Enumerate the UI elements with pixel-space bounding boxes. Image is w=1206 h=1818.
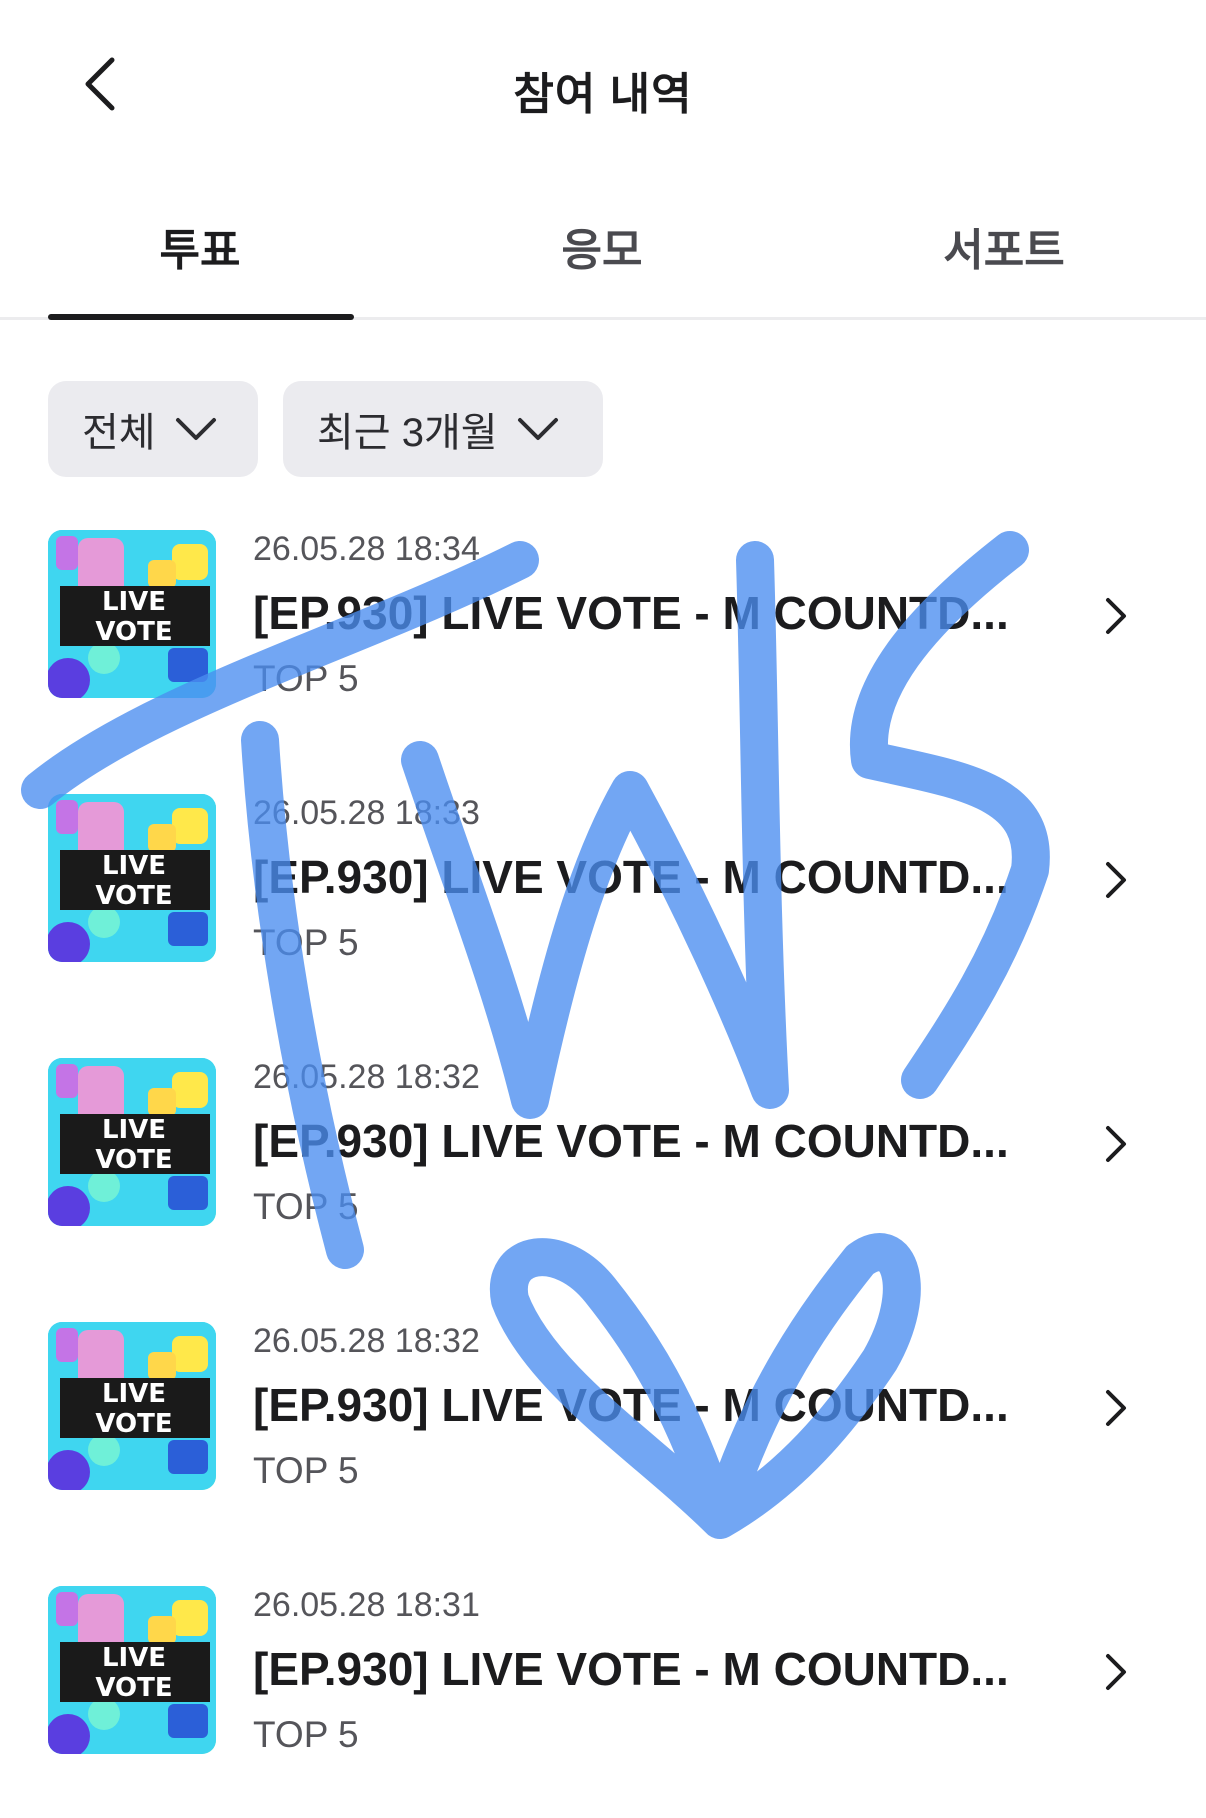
item-date: 26.05.28 18:31 <box>253 1586 480 1624</box>
page-title: 참여 내역 <box>513 70 693 119</box>
live-vote-thumbnail: LIVE VOTE <box>48 530 216 698</box>
thumb-text-vote: VOTE <box>95 617 172 647</box>
item-title: [EP.930] LIVE VOTE - M COUNTD... <box>253 1379 1009 1431</box>
item-subtitle: TOP 5 <box>253 1714 359 1755</box>
item-subtitle: TOP 5 <box>253 922 359 963</box>
chevron-down-icon <box>174 415 218 443</box>
item-title: [EP.930] LIVE VOTE - M COUNTD... <box>253 1643 1009 1695</box>
tab-vote[interactable]: 투표 <box>50 214 350 278</box>
live-vote-thumbnail: LIVE VOTE <box>48 1058 216 1226</box>
tab-apply[interactable]: 응모 <box>452 214 752 278</box>
item-title: [EP.930] LIVE VOTE - M COUNTD... <box>253 587 1009 639</box>
thumb-text-live: LIVE <box>102 1115 166 1145</box>
list-item[interactable]: LIVE VOTE 26.05.28 18:33 [EP.930] LIVE V… <box>0 794 1206 994</box>
category-filter-dropdown[interactable]: 전체 <box>48 381 258 477</box>
live-vote-thumbnail: LIVE VOTE <box>48 1322 216 1490</box>
thumb-text-vote: VOTE <box>95 881 172 911</box>
active-tab-indicator <box>48 314 354 320</box>
list-item[interactable]: LIVE VOTE 26.05.28 18:31 [EP.930] LIVE V… <box>0 1586 1206 1786</box>
item-subtitle: TOP 5 <box>253 658 359 699</box>
category-filter-label: 전체 <box>82 411 156 455</box>
header: 참여 내역 <box>0 0 1206 170</box>
thumb-text-vote: VOTE <box>95 1409 172 1439</box>
chevron-right-icon <box>1106 862 1126 898</box>
chevron-right-icon <box>1106 1126 1126 1162</box>
item-date: 26.05.28 18:32 <box>253 1058 480 1096</box>
period-filter-dropdown[interactable]: 최근 3개월 <box>283 381 603 477</box>
thumb-text-live: LIVE <box>102 1643 166 1673</box>
live-vote-thumbnail: LIVE VOTE <box>48 794 216 962</box>
item-date: 26.05.28 18:32 <box>253 1322 480 1360</box>
period-filter-label: 최근 3개월 <box>317 411 498 455</box>
chevron-right-icon <box>1106 1654 1126 1690</box>
item-subtitle: TOP 5 <box>253 1186 359 1227</box>
tab-support[interactable]: 서포트 <box>854 214 1154 278</box>
item-date: 26.05.28 18:34 <box>253 530 480 568</box>
thumb-text-live: LIVE <box>102 1379 166 1409</box>
item-title: [EP.930] LIVE VOTE - M COUNTD... <box>253 1115 1009 1167</box>
item-title: [EP.930] LIVE VOTE - M COUNTD... <box>253 851 1009 903</box>
item-date: 26.05.28 18:33 <box>253 794 480 832</box>
tab-bar: 투표 응모 서포트 <box>0 200 1206 320</box>
chevron-right-icon <box>1106 598 1126 634</box>
chevron-right-icon <box>1106 1390 1126 1426</box>
list-item[interactable]: LIVE VOTE 26.05.28 18:34 [EP.930] LIVE V… <box>0 530 1206 730</box>
live-vote-thumbnail: LIVE VOTE <box>48 1586 216 1754</box>
item-subtitle: TOP 5 <box>253 1450 359 1491</box>
thumb-text-live: LIVE <box>102 851 166 881</box>
thumb-text-live: LIVE <box>102 587 166 617</box>
chevron-down-icon <box>516 415 560 443</box>
list-item[interactable]: LIVE VOTE 26.05.28 18:32 [EP.930] LIVE V… <box>0 1322 1206 1522</box>
thumb-text-vote: VOTE <box>95 1673 172 1703</box>
list-item[interactable]: LIVE VOTE 26.05.28 18:32 [EP.930] LIVE V… <box>0 1058 1206 1258</box>
thumb-text-vote: VOTE <box>95 1145 172 1175</box>
